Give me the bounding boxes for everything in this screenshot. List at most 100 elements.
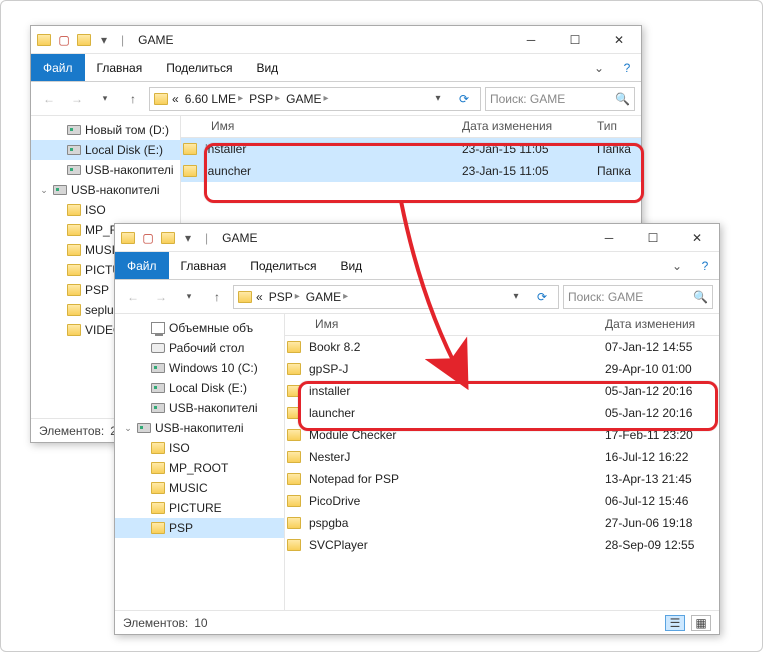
tree-item[interactable]: Local Disk (E:) — [115, 378, 284, 398]
nav-history-icon[interactable]: ▾ — [177, 285, 201, 309]
crumb-prefix[interactable]: « — [254, 290, 265, 304]
titlebar[interactable]: ▢ ▾ | GAME ─ ☐ ✕ — [31, 26, 641, 54]
tab-home[interactable]: Главная — [85, 54, 155, 81]
file-row[interactable]: Module Checker17-Feb-11 23:20 — [285, 424, 719, 446]
close-button[interactable]: ✕ — [675, 224, 719, 252]
file-row[interactable]: installer23-Jan-15 11:05Папка — [181, 138, 641, 160]
tree-item[interactable]: Windows 10 (C:) — [115, 358, 284, 378]
tree-item[interactable]: MP_ROOT — [115, 458, 284, 478]
file-name: Module Checker — [303, 426, 599, 444]
file-row[interactable]: Notepad for PSP13-Apr-13 21:45 — [285, 468, 719, 490]
tree-item[interactable]: ⌄USB-накопителі — [115, 418, 284, 438]
refresh-icon[interactable]: ⟳ — [530, 285, 554, 309]
file-row[interactable]: launcher05-Jan-12 20:16 — [285, 402, 719, 424]
tab-share[interactable]: Поделиться — [238, 252, 328, 279]
crumb-prefix[interactable]: « — [170, 92, 181, 106]
column-headers[interactable]: Имя Дата изменения Тип — [181, 116, 641, 138]
file-row[interactable]: installer05-Jan-12 20:16 — [285, 380, 719, 402]
refresh-icon[interactable]: ⟳ — [452, 87, 476, 111]
qat-properties-icon[interactable]: ▢ — [57, 33, 71, 47]
tree-item[interactable]: PICTURE — [115, 498, 284, 518]
file-row[interactable]: PicoDrive06-Jul-12 15:46 — [285, 490, 719, 512]
nav-history-icon[interactable]: ▾ — [93, 87, 117, 111]
file-row[interactable]: NesterJ16-Jul-12 16:22 — [285, 446, 719, 468]
maximize-button[interactable]: ☐ — [631, 224, 675, 252]
crumb[interactable]: PSP ▸ — [247, 92, 282, 106]
col-date[interactable]: Дата изменения — [456, 116, 591, 137]
help-icon[interactable]: ? — [613, 54, 641, 81]
file-name: gpSP-J — [303, 360, 599, 378]
qat-new-folder-icon[interactable] — [77, 33, 91, 47]
navbar: ← → ▾ ↑ « PSP ▸ GAME ▸ ▾ ⟳ Поиск: GAME 🔍 — [115, 280, 719, 314]
expand-icon[interactable]: ⌄ — [123, 423, 133, 434]
breadcrumb-dropdown-icon[interactable]: ▾ — [426, 87, 450, 111]
file-row[interactable]: pspgba27-Jun-06 19:18 — [285, 512, 719, 534]
ribbon-collapse-icon[interactable]: ⌄ — [663, 252, 691, 279]
tab-home[interactable]: Главная — [169, 252, 239, 279]
tree-item[interactable]: MUSIC — [115, 478, 284, 498]
search-input[interactable]: Поиск: GAME 🔍 — [485, 87, 635, 111]
titlebar[interactable]: ▢ ▾ | GAME ─ ☐ ✕ — [115, 224, 719, 252]
qat-dropdown-icon[interactable]: ▾ — [181, 231, 195, 245]
tree-item[interactable]: Local Disk (E:) — [31, 140, 180, 160]
crumb[interactable]: 6.60 LME ▸ — [183, 92, 245, 106]
view-details-icon[interactable]: ☰ — [665, 615, 685, 631]
file-list[interactable]: Имя Дата изменения Bookr 8.207-Jan-12 14… — [285, 314, 719, 610]
view-large-icon[interactable]: ▦ — [691, 615, 711, 631]
col-type[interactable]: Тип — [591, 116, 641, 137]
tree-item[interactable]: ISO — [115, 438, 284, 458]
crumb[interactable]: GAME ▸ — [284, 92, 330, 106]
search-icon[interactable]: 🔍 — [693, 290, 708, 304]
minimize-button[interactable]: ─ — [509, 26, 553, 54]
nav-back-icon[interactable]: ← — [121, 285, 145, 309]
explorer-window-target[interactable]: ▢ ▾ | GAME ─ ☐ ✕ Файл Главная Поделиться… — [114, 223, 720, 635]
tree-item-label: USB-накопителі — [85, 163, 174, 177]
minimize-button[interactable]: ─ — [587, 224, 631, 252]
tree-item[interactable]: Новый том (D:) — [31, 120, 180, 140]
search-input[interactable]: Поиск: GAME 🔍 — [563, 285, 713, 309]
tree-item[interactable]: Объемные объ — [115, 318, 284, 338]
qat-new-folder-icon[interactable] — [161, 231, 175, 245]
tab-share[interactable]: Поделиться — [154, 54, 244, 81]
col-name[interactable]: Имя — [285, 314, 599, 335]
tab-view[interactable]: Вид — [244, 54, 290, 81]
expand-icon[interactable]: ⌄ — [39, 185, 49, 196]
file-row[interactable]: SVCPlayer28-Sep-09 12:55 — [285, 534, 719, 556]
nav-forward-icon[interactable]: → — [65, 87, 89, 111]
tree-item-label: PSP — [169, 521, 193, 535]
column-headers[interactable]: Имя Дата изменения — [285, 314, 719, 336]
file-row[interactable]: launcher23-Jan-15 11:05Папка — [181, 160, 641, 182]
file-row[interactable]: Bookr 8.207-Jan-12 14:55 — [285, 336, 719, 358]
folder-icon — [67, 224, 81, 236]
search-placeholder: Поиск: GAME — [568, 290, 643, 304]
tab-view[interactable]: Вид — [328, 252, 374, 279]
crumb[interactable]: GAME ▸ — [304, 290, 350, 304]
breadcrumb[interactable]: « 6.60 LME ▸ PSP ▸ GAME ▸ ▾ ⟳ — [149, 87, 481, 111]
help-icon[interactable]: ? — [691, 252, 719, 279]
breadcrumb[interactable]: « PSP ▸ GAME ▸ ▾ ⟳ — [233, 285, 559, 309]
tree-item[interactable]: ISO — [31, 200, 180, 220]
maximize-button[interactable]: ☐ — [553, 26, 597, 54]
breadcrumb-dropdown-icon[interactable]: ▾ — [504, 285, 528, 309]
tab-file[interactable]: Файл — [115, 252, 169, 279]
nav-back-icon[interactable]: ← — [37, 87, 61, 111]
tree-item[interactable]: PSP — [115, 518, 284, 538]
tree-item[interactable]: Рабочий стол — [115, 338, 284, 358]
tab-file[interactable]: Файл — [31, 54, 85, 81]
crumb[interactable]: PSP ▸ — [267, 290, 302, 304]
col-date[interactable]: Дата изменения — [599, 314, 719, 335]
qat-dropdown-icon[interactable]: ▾ — [97, 33, 111, 47]
search-icon[interactable]: 🔍 — [615, 92, 630, 106]
close-button[interactable]: ✕ — [597, 26, 641, 54]
col-name[interactable]: Имя — [181, 116, 456, 137]
tree-item[interactable]: ⌄USB-накопителі — [31, 180, 180, 200]
nav-forward-icon[interactable]: → — [149, 285, 173, 309]
qat-properties-icon[interactable]: ▢ — [141, 231, 155, 245]
ribbon-collapse-icon[interactable]: ⌄ — [585, 54, 613, 81]
tree-item[interactable]: USB-накопителі — [31, 160, 180, 180]
nav-up-icon[interactable]: ↑ — [121, 87, 145, 111]
nav-up-icon[interactable]: ↑ — [205, 285, 229, 309]
file-row[interactable]: gpSP-J29-Apr-10 01:00 — [285, 358, 719, 380]
tree-item[interactable]: USB-накопителі — [115, 398, 284, 418]
nav-tree[interactable]: Объемные объРабочий столWindows 10 (C:)L… — [115, 314, 285, 610]
